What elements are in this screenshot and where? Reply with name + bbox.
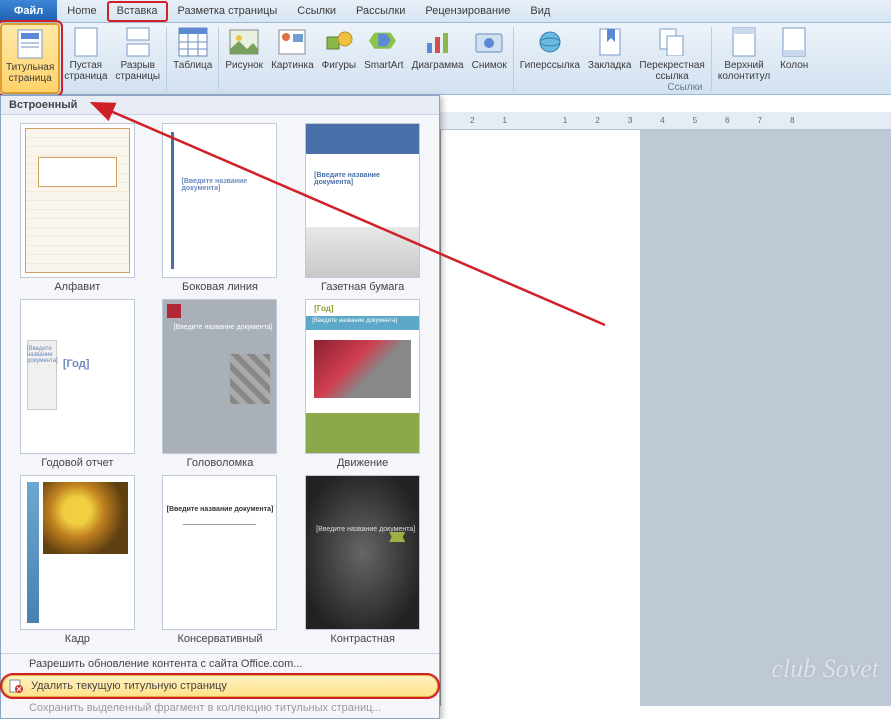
template-label: Головоломка [187, 457, 254, 469]
document-page[interactable] [440, 130, 640, 706]
cover-page-label: Титульная страница [6, 62, 54, 84]
cover-page-button[interactable]: Титульная страница [0, 23, 60, 94]
template-motion[interactable]: [Год][Введите название документа] Движен… [294, 299, 431, 469]
gallery-footer: Разрешить обновление контента с сайта Of… [1, 653, 439, 718]
screenshot-icon [473, 26, 505, 58]
footer-label: Колон [780, 60, 808, 71]
footer-office-update[interactable]: Разрешить обновление контента с сайта Of… [1, 654, 439, 674]
picture-label: Рисунок [225, 60, 263, 71]
template-frame[interactable]: Кадр [9, 475, 146, 645]
cover-page-gallery: Встроенный Алфавит [Введите название док… [0, 95, 440, 719]
shapes-icon [323, 26, 355, 58]
template-contrast[interactable]: [Введите название документа] Контрастная [294, 475, 431, 645]
footer-save-selection: Сохранить выделенный фрагмент в коллекци… [1, 698, 439, 718]
screenshot-label: Снимок [472, 60, 507, 71]
blank-page-icon [70, 26, 102, 58]
chart-label: Диаграмма [412, 60, 464, 71]
smartart-icon [368, 26, 400, 58]
gallery-header: Встроенный [1, 96, 439, 115]
template-annual[interactable]: [Год][Введите название документа] Годово… [9, 299, 146, 469]
horizontal-ruler[interactable]: 2112345678 [440, 112, 891, 130]
tab-file[interactable]: Файл [0, 0, 57, 22]
chart-icon [422, 26, 454, 58]
hyperlink-icon [534, 26, 566, 58]
template-label: Кадр [65, 633, 90, 645]
ribbon: Титульная страница Пустая страница Разры… [0, 23, 891, 95]
table-button[interactable]: Таблица [169, 23, 216, 94]
screenshot-button[interactable]: Снимок [468, 23, 511, 94]
template-label: Консервативный [177, 633, 262, 645]
header-label: Верхний колонтитул [718, 60, 770, 82]
page-break-icon [122, 26, 154, 58]
template-label: Боковая линия [182, 281, 258, 293]
hyperlink-button[interactable]: Гиперссылка [516, 23, 584, 94]
template-conservative[interactable]: [Введите название документа] Консерватив… [152, 475, 289, 645]
document-area [440, 130, 891, 706]
template-sideline[interactable]: [Введите название документа] Боковая лин… [152, 123, 289, 293]
header-icon [728, 26, 760, 58]
gallery-grid: Алфавит [Введите название документа] Бок… [1, 115, 439, 653]
tab-insert[interactable]: Вставка [107, 1, 168, 22]
template-label: Движение [337, 457, 388, 469]
hyperlink-label: Гиперссылка [520, 60, 580, 71]
page-break-button[interactable]: Разрыв страницы [111, 23, 164, 94]
picture-icon [228, 26, 260, 58]
remove-page-icon [9, 679, 23, 696]
chart-button[interactable]: Диаграмма [408, 23, 468, 94]
shapes-button[interactable]: Фигуры [318, 23, 360, 94]
page-break-label: Разрыв страницы [115, 60, 160, 82]
table-label: Таблица [173, 60, 212, 71]
template-puzzle[interactable]: [Введите название документа] Головоломка [152, 299, 289, 469]
footer-remove-cover[interactable]: Удалить текущую титульную страницу [2, 675, 438, 697]
shapes-label: Фигуры [322, 60, 356, 71]
footer-icon [778, 26, 810, 58]
bookmark-label: Закладка [588, 60, 631, 71]
template-alphabet[interactable]: Алфавит [9, 123, 146, 293]
template-label: Алфавит [54, 281, 100, 293]
clipart-button[interactable]: Картинка [267, 23, 318, 94]
template-newspaper[interactable]: [Введите название документа] Газетная бу… [294, 123, 431, 293]
blank-page-button[interactable]: Пустая страница [60, 23, 111, 94]
cross-ref-icon [656, 26, 688, 58]
clipart-icon [276, 26, 308, 58]
tab-bar: Файл Home Вставка Разметка страницы Ссыл… [0, 0, 891, 23]
tab-view[interactable]: Вид [520, 0, 560, 22]
tab-page-layout[interactable]: Разметка страницы [168, 0, 288, 22]
template-label: Годовой отчет [41, 457, 113, 469]
template-label: Контрастная [330, 633, 395, 645]
header-button[interactable]: Верхний колонтитул [714, 23, 774, 94]
bookmark-icon [594, 26, 626, 58]
tab-mailings[interactable]: Рассылки [346, 0, 415, 22]
picture-button[interactable]: Рисунок [221, 23, 267, 94]
tab-home[interactable]: Home [57, 0, 106, 22]
smartart-label: SmartArt [364, 60, 403, 71]
footer-button[interactable]: Колон [774, 23, 814, 94]
blank-page-label: Пустая страница [64, 60, 107, 82]
cover-page-icon [14, 28, 46, 60]
clipart-label: Картинка [271, 60, 314, 71]
table-icon [177, 26, 209, 58]
tab-review[interactable]: Рецензирование [415, 0, 520, 22]
smartart-button[interactable]: SmartArt [360, 23, 407, 94]
template-label: Газетная бумага [321, 281, 404, 293]
cross-ref-label: Перекрестная ссылка [639, 60, 704, 82]
tab-references[interactable]: Ссылки [287, 0, 346, 22]
